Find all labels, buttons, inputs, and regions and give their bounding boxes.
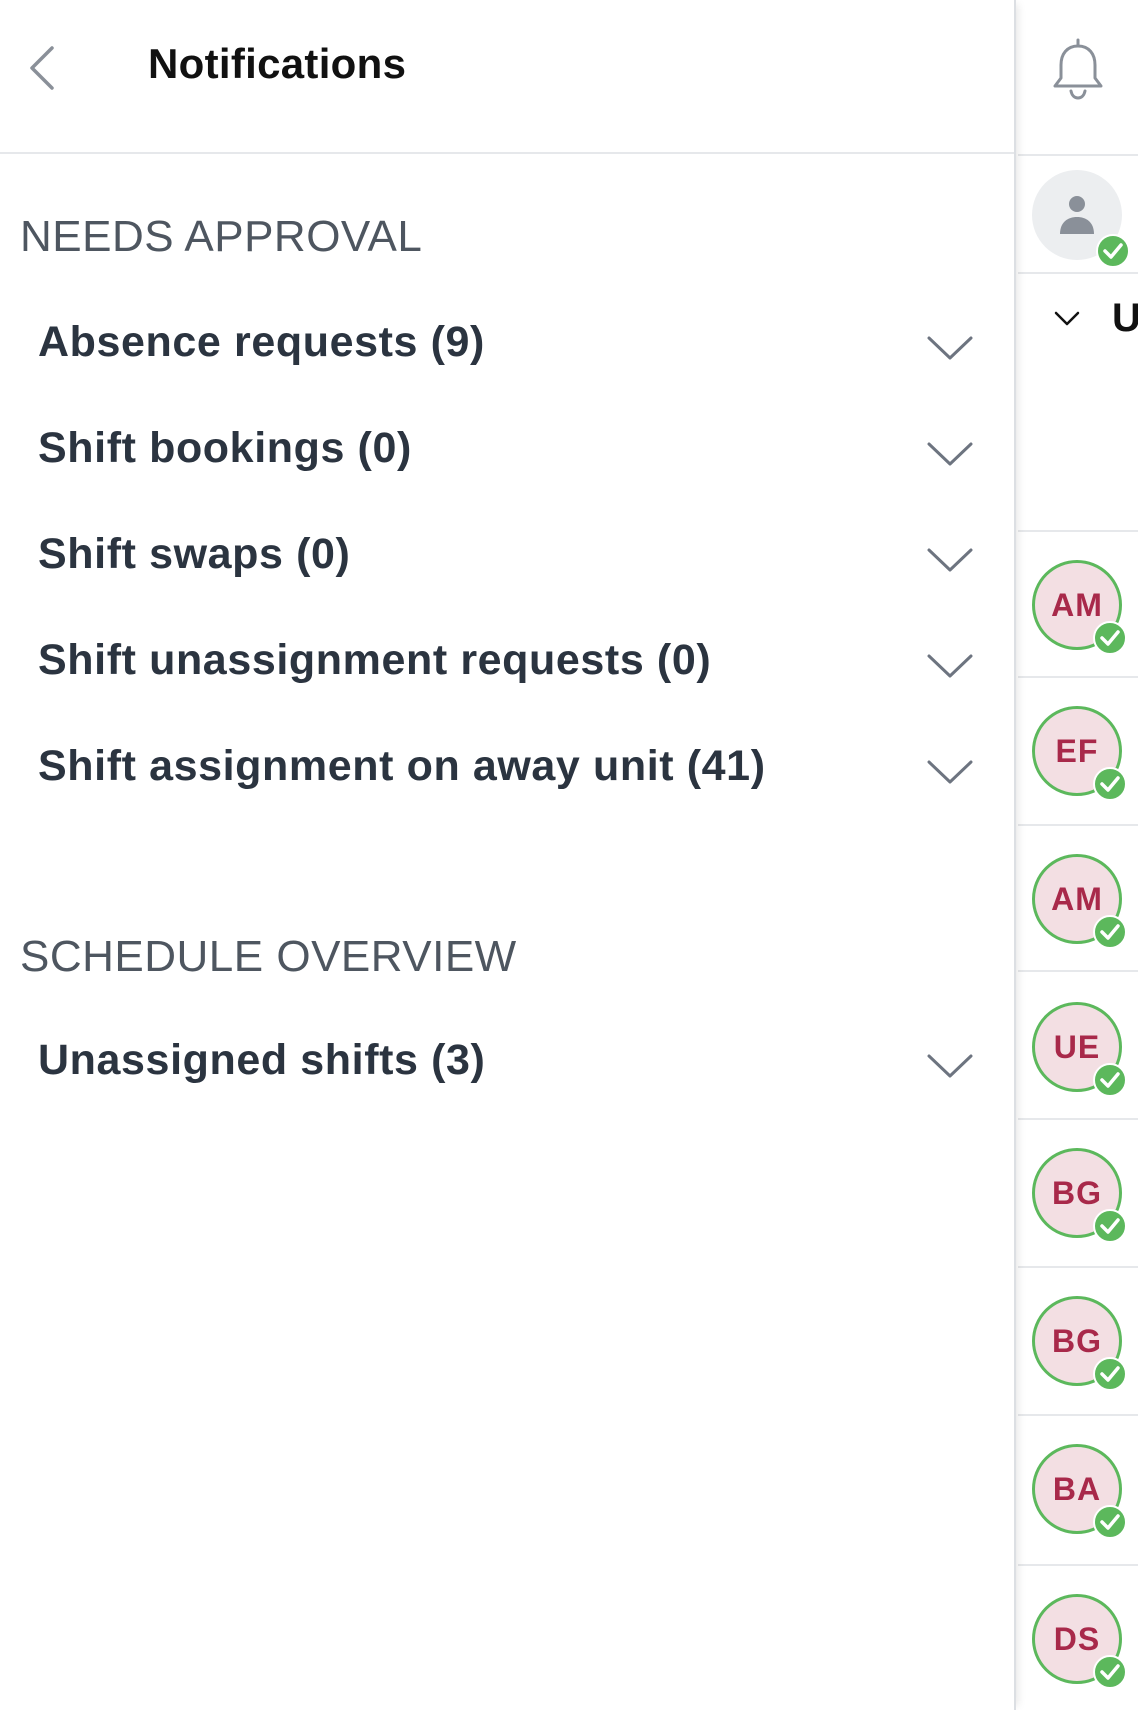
check-badge-icon (1093, 621, 1127, 655)
row-label: Absence requests (9) (38, 318, 485, 366)
chevron-down-icon (927, 760, 973, 784)
check-badge-icon (1093, 1209, 1127, 1243)
check-badge-icon (1093, 1505, 1127, 1539)
divider (1018, 970, 1138, 972)
avatar-initials: EF (1055, 732, 1099, 769)
row-shift-bookings[interactable]: Shift bookings (0) (0, 404, 1000, 500)
avatar-initials: BG (1052, 1322, 1102, 1359)
group-label: Ur (1112, 296, 1138, 340)
avatar[interactable]: BG (1032, 1296, 1127, 1391)
avatar-initials: BA (1052, 1470, 1102, 1507)
bell-icon (1053, 38, 1103, 100)
notifications-panel: Notifications NEEDS APPROVAL Absence req… (0, 0, 1016, 1710)
chevron-down-icon (927, 1054, 973, 1078)
divider (1018, 1118, 1138, 1120)
notifications-bell-button[interactable] (1048, 38, 1108, 102)
avatar[interactable]: BA (1032, 1444, 1127, 1539)
row-shift-unassignment-requests[interactable]: Shift unassignment requests (0) (0, 616, 1000, 712)
app: Notifications NEEDS APPROVAL Absence req… (0, 0, 1138, 1710)
check-badge-icon (1093, 1357, 1127, 1391)
avatar-initials: DS (1053, 1620, 1101, 1657)
row-label: Shift unassignment requests (0) (38, 636, 712, 684)
check-badge-icon (1093, 767, 1127, 801)
avatar[interactable]: AM (1032, 560, 1127, 655)
row-label: Shift assignment on away unit (41) (38, 742, 766, 790)
divider (1018, 1266, 1138, 1268)
row-shift-swaps[interactable]: Shift swaps (0) (0, 510, 1000, 606)
chevron-down-icon (927, 548, 973, 572)
section-title-schedule-overview: SCHEDULE OVERVIEW (20, 932, 517, 981)
divider (1018, 1414, 1138, 1416)
avatar[interactable]: DS (1032, 1594, 1127, 1689)
peek-header (1018, 0, 1138, 156)
divider (1018, 824, 1138, 826)
row-unassigned-shifts[interactable]: Unassigned shifts (3) (0, 1016, 1000, 1112)
row-absence-requests[interactable]: Absence requests (9) (0, 298, 1000, 394)
schedule-peek: Ur AM EF AM UE BG BG (1018, 0, 1138, 1710)
divider (1018, 1564, 1138, 1566)
divider (1018, 272, 1138, 274)
row-label: Shift swaps (0) (38, 530, 351, 578)
check-badge-icon (1093, 1063, 1127, 1097)
page-title: Notifications (148, 40, 407, 87)
avatar[interactable]: AM (1032, 854, 1127, 949)
group-toggle[interactable]: Ur (1032, 296, 1138, 340)
avatar-initials: UE (1053, 1028, 1101, 1065)
row-label: Shift bookings (0) (38, 424, 412, 472)
section-title-needs-approval: NEEDS APPROVAL (20, 212, 423, 261)
avatar-initials: BG (1052, 1174, 1102, 1211)
divider (1018, 530, 1138, 532)
chevron-down-icon (1054, 311, 1080, 326)
avatar[interactable]: UE (1032, 1002, 1127, 1097)
person-icon (1060, 196, 1094, 234)
avatar[interactable]: EF (1032, 706, 1127, 801)
panel-header: Notifications (0, 0, 1014, 154)
chevron-left-icon (30, 46, 54, 90)
avatar[interactable]: BG (1032, 1148, 1127, 1243)
divider (1018, 676, 1138, 678)
check-badge-icon (1096, 234, 1130, 268)
chevron-down-icon (927, 442, 973, 466)
chevron-down-icon (927, 654, 973, 678)
chevron-down-icon (927, 336, 973, 360)
check-badge-icon (1093, 1655, 1127, 1689)
check-badge-icon (1093, 915, 1127, 949)
avatar-initials: AM (1051, 880, 1103, 917)
row-label: Unassigned shifts (3) (38, 1036, 486, 1084)
avatar-unassigned[interactable] (1032, 170, 1130, 268)
row-shift-assignment-away-unit[interactable]: Shift assignment on away unit (41) (0, 722, 1000, 818)
back-button[interactable] (22, 40, 62, 96)
avatar-initials: AM (1051, 586, 1103, 623)
